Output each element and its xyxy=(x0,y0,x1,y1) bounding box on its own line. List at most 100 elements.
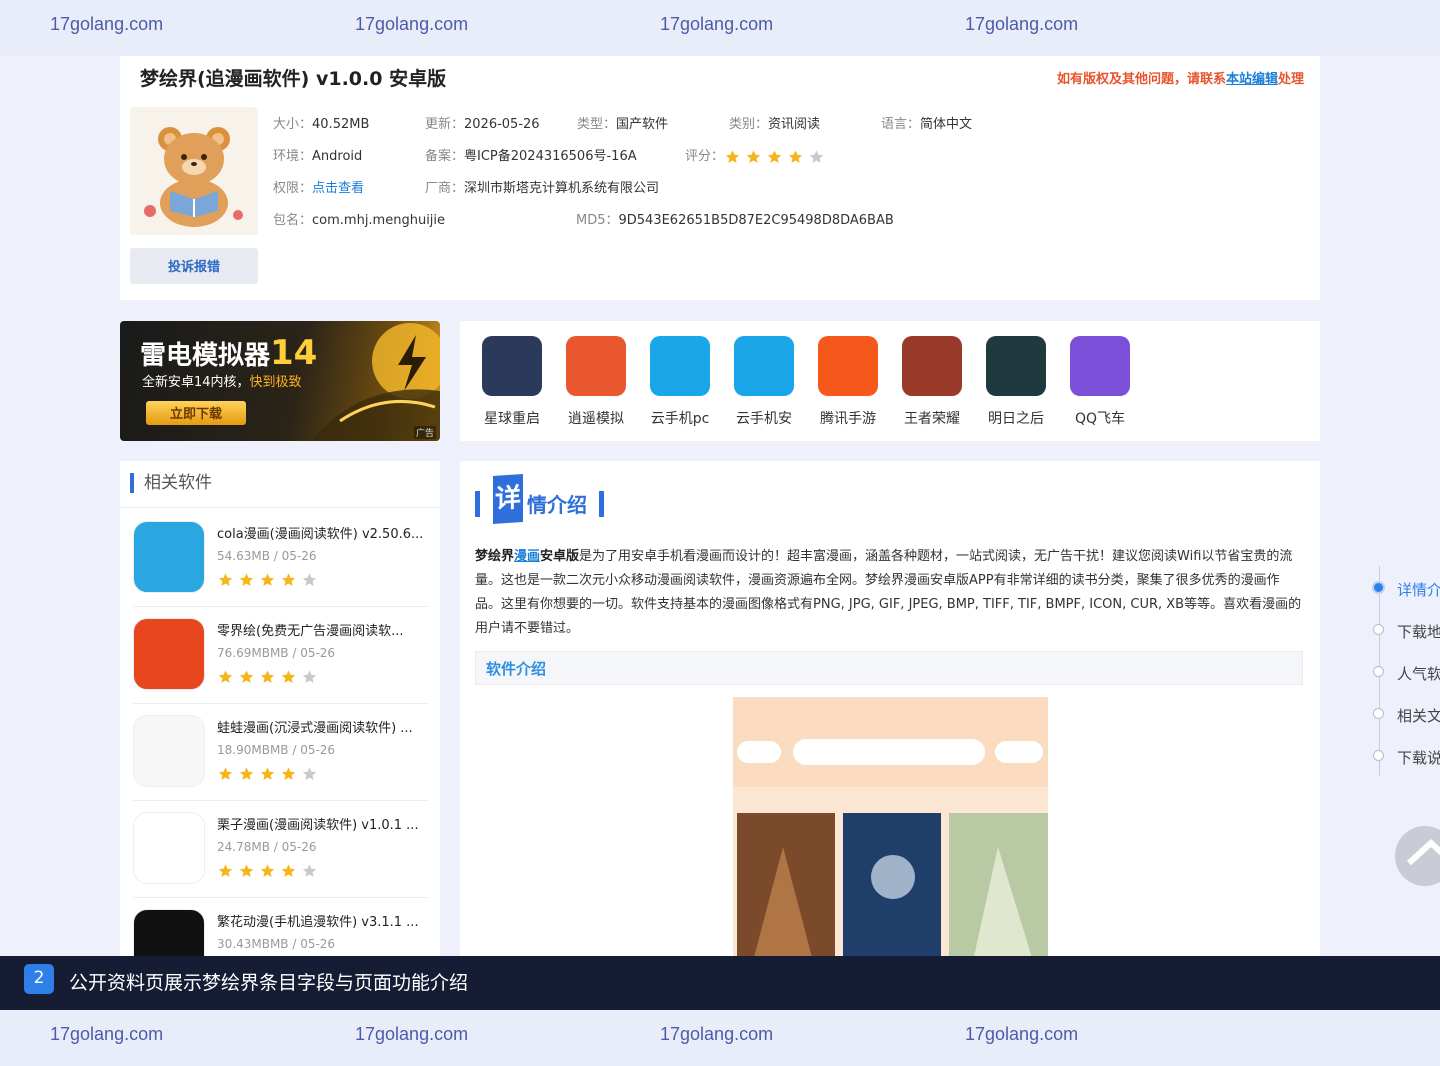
xiaoyao-emulator-icon xyxy=(566,336,626,396)
caption-bar: 2 公开资料页展示梦绘界条目字段与页面功能介绍 xyxy=(0,956,1440,1010)
watermark-text: 17golang.com xyxy=(355,1024,469,1044)
side-nav-item[interactable]: 下载地 xyxy=(1372,620,1440,642)
list-item-meta: 24.78MB / 05-26 xyxy=(217,840,317,854)
side-nav-item[interactable]: 人气软 xyxy=(1372,662,1440,684)
copyright-notice: 如有版权及其他问题，请联系本站编辑处理 xyxy=(1057,68,1304,87)
side-nav-label: 人气软 xyxy=(1397,665,1440,683)
nav-dot-icon xyxy=(1373,708,1384,719)
star-icon xyxy=(239,572,254,586)
star-icon xyxy=(302,863,317,877)
side-nav-label: 详情介 xyxy=(1397,581,1440,599)
side-nav-item[interactable]: 下载说 xyxy=(1372,746,1440,768)
recommended-app-label: 王者荣耀 xyxy=(904,411,960,427)
star-icon xyxy=(260,669,275,683)
list-item[interactable]: 繁花动漫(手机追漫软件) v3.1.1 ... 30.43MBMB / 05-26 xyxy=(133,897,429,961)
frog-comic-icon xyxy=(133,715,205,787)
list-item-meta: 76.69MBMB / 05-26 xyxy=(217,646,336,660)
star-icon xyxy=(218,863,233,877)
ad-download-button[interactable]: 立即下载 xyxy=(146,401,246,425)
fanhua-anime-icon xyxy=(133,909,205,961)
list-item-title[interactable]: 零界绘(免费无广告漫画阅读软... xyxy=(217,620,429,639)
meta-package: 包名：com.mhj.menghuijie xyxy=(273,213,446,228)
comic-tag-link[interactable]: 漫画 xyxy=(514,549,540,564)
star-icon xyxy=(746,149,761,163)
side-nav-label: 下载说 xyxy=(1397,749,1440,767)
software-intro-subheading: 软件介绍 xyxy=(475,651,1303,685)
app-icon-bear xyxy=(130,107,258,235)
recommended-app-label: 星球重启 xyxy=(484,411,540,427)
rating-stars xyxy=(217,569,322,588)
star-icon xyxy=(809,149,824,163)
recommended-app-label: 逍遥模拟 xyxy=(568,411,624,427)
recommended-app[interactable]: 腾讯手游 xyxy=(806,336,890,428)
recommended-app-label: 云手机pc xyxy=(650,411,710,427)
list-item-title[interactable]: 栗子漫画(漫画阅读软件) v1.0.1 ... xyxy=(217,814,429,833)
star-icon xyxy=(239,669,254,683)
report-error-button[interactable]: 投诉报错 xyxy=(130,248,258,284)
star-icon xyxy=(767,149,782,163)
watermark-text: 17golang.com xyxy=(355,14,469,34)
recommended-apps-panel: 星球重启 逍遥模拟 云手机pc 云手机安 腾讯手游 王者荣耀 明日之后 QQ飞车 xyxy=(460,321,1320,441)
qq-speed-icon xyxy=(1070,336,1130,396)
nav-dot-icon xyxy=(1373,750,1384,761)
recommended-app[interactable]: 王者荣耀 xyxy=(890,336,974,428)
star-icon xyxy=(302,669,317,683)
star-icon xyxy=(281,863,296,877)
recommended-app-label: QQ飞车 xyxy=(1074,411,1126,427)
ad-banner-ldplayer[interactable]: 雷电模拟器14 全新安卓14内核，快到极致 立即下载 广告 xyxy=(120,321,440,441)
watermark-bar-top: 17golang.com 17golang.com 17golang.com 1… xyxy=(0,0,1440,56)
back-to-top-button[interactable] xyxy=(1395,826,1440,886)
list-item-title[interactable]: cola漫画(漫画阅读软件) v2.50.6... xyxy=(217,523,429,542)
view-permissions-link[interactable]: 点击查看 xyxy=(312,181,364,196)
recommended-app[interactable]: 明日之后 xyxy=(974,336,1058,428)
chestnut-comic-icon xyxy=(133,812,205,884)
meta-vendor: 厂商：深圳市斯塔克计算机系统有限公司 xyxy=(425,181,660,196)
recommended-app-label: 明日之后 xyxy=(988,411,1044,427)
list-item[interactable]: 零界绘(免费无广告漫画阅读软... 76.69MBMB / 05-26 xyxy=(133,606,429,704)
chevron-up-icon xyxy=(1406,838,1440,866)
list-item[interactable]: cola漫画(漫画阅读软件) v2.50.6... 54.63MB / 05-26 xyxy=(133,509,429,607)
recommended-app[interactable]: QQ飞车 xyxy=(1058,336,1142,428)
star-icon xyxy=(260,572,275,586)
side-nav-item[interactable]: 详情介 xyxy=(1372,578,1440,600)
watermark-text: 17golang.com xyxy=(660,14,774,34)
page-title: 梦绘界(追漫画软件) v1.0.0 安卓版 xyxy=(140,68,447,90)
recommended-app-label: 腾讯手游 xyxy=(820,411,876,427)
star-icon xyxy=(218,766,233,780)
star-icon xyxy=(260,766,275,780)
ad-subtitle: 全新安卓14内核，快到极致 xyxy=(142,375,302,390)
tencent-games-icon xyxy=(818,336,878,396)
recommended-app[interactable]: 星球重启 xyxy=(470,336,554,428)
meta-size: 大小：40.52MB xyxy=(273,117,370,132)
nav-dot-icon xyxy=(1373,624,1384,635)
list-item[interactable]: 蛙蛙漫画(沉浸式漫画阅读软件) ... 18.90MBMB / 05-26 xyxy=(133,703,429,801)
notice-suffix: 处理 xyxy=(1277,72,1304,87)
cola-comic-icon xyxy=(133,521,205,593)
recommended-app[interactable]: 云手机安 xyxy=(722,336,806,428)
star-icon xyxy=(281,669,296,683)
nav-dot-icon xyxy=(1373,666,1384,677)
caption-text: 公开资料页展示梦绘界条目字段与页面功能介绍 xyxy=(69,972,469,994)
cloud-phone-android-icon xyxy=(734,336,794,396)
list-item-title[interactable]: 蛙蛙漫画(沉浸式漫画阅读软件) ... xyxy=(217,717,429,736)
list-item-title[interactable]: 繁花动漫(手机追漫软件) v3.1.1 ... xyxy=(217,911,429,930)
star-icon xyxy=(239,863,254,877)
recommended-app[interactable]: 逍遥模拟 xyxy=(554,336,638,428)
star-icon xyxy=(788,149,803,163)
list-item-meta: 18.90MBMB / 05-26 xyxy=(217,743,336,757)
star-icon xyxy=(218,572,233,586)
detail-panel: 详 情介绍 梦绘界漫画安卓版是为了用安卓手机看漫画而设计的！超丰富漫画，涵盖各种… xyxy=(460,461,1320,961)
contact-editor-link[interactable]: 本站编辑 xyxy=(1226,72,1278,87)
list-item[interactable]: 栗子漫画(漫画阅读软件) v1.0.1 ... 24.78MB / 05-26 xyxy=(133,800,429,898)
ad-title: 雷电模拟器14 xyxy=(140,333,318,373)
recommended-app[interactable]: 云手机pc xyxy=(638,336,722,428)
recommended-app-label: 云手机安 xyxy=(736,411,792,427)
side-nav-item[interactable]: 相关文 xyxy=(1372,704,1440,726)
meta-permission: 权限：点击查看 xyxy=(273,181,365,196)
meta-language: 语言：简体中文 xyxy=(881,117,973,132)
watermark-text: 17golang.com xyxy=(965,14,1079,34)
cloud-phone-pc-icon xyxy=(650,336,710,396)
rating-stars xyxy=(217,860,322,879)
meta-md5: MD5：9D543E62651B5D87E2C95498D8DA6BAB xyxy=(576,213,894,228)
meta-type: 类型：国产软件 xyxy=(577,117,669,132)
